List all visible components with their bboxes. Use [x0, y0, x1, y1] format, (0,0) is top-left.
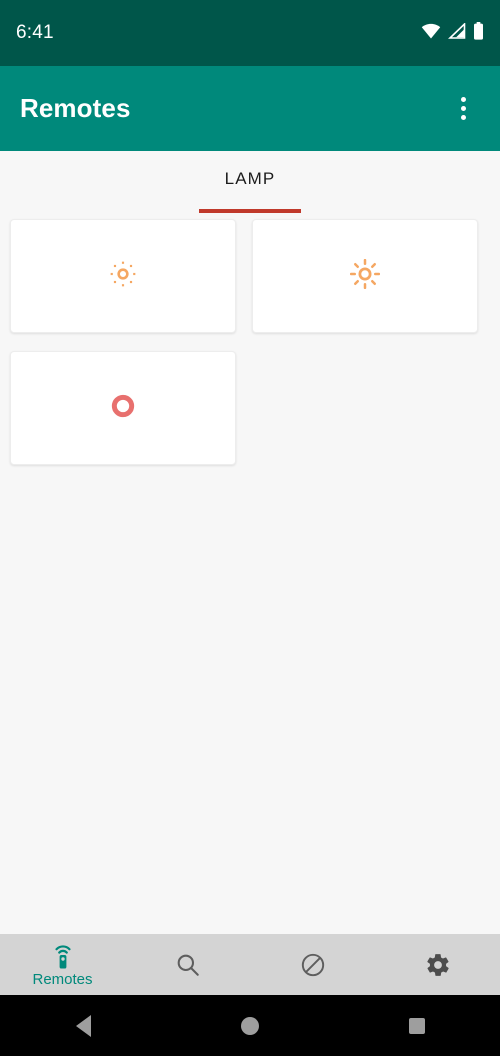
- overflow-dot: [460, 106, 466, 111]
- remote-button-grid: [10, 219, 490, 465]
- android-back-button[interactable]: [0, 1014, 167, 1037]
- nav-item-settings[interactable]: [375, 934, 500, 995]
- tab-label: LAMP: [224, 169, 276, 188]
- remote-button-power[interactable]: [10, 351, 236, 465]
- tab-indicator: [198, 209, 302, 213]
- settings-gear-icon: [425, 951, 451, 979]
- overflow-dot: [460, 115, 466, 120]
- home-circle-icon: [241, 1016, 259, 1035]
- wifi-icon: [421, 23, 441, 44]
- remote-button-brightness-low[interactable]: [10, 219, 236, 333]
- battery-icon: [473, 21, 484, 45]
- brightness-low-icon: [110, 261, 136, 292]
- page-title: Remotes: [20, 93, 131, 123]
- remote-control-icon: [50, 943, 76, 971]
- block-icon: [300, 951, 326, 979]
- search-icon: [175, 951, 201, 979]
- status-icons: [421, 21, 484, 45]
- status-bar: 6:41: [0, 0, 500, 66]
- back-triangle-icon: [75, 1014, 91, 1037]
- app-bar: Remotes: [0, 66, 500, 151]
- remote-content: [0, 213, 500, 934]
- recents-square-icon: [408, 1017, 425, 1034]
- android-recents-button[interactable]: [333, 1017, 500, 1034]
- nav-item-search[interactable]: [125, 934, 250, 995]
- overflow-menu-icon[interactable]: [446, 87, 480, 131]
- nav-label-remotes: Remotes: [32, 970, 93, 988]
- nav-item-remotes[interactable]: Remotes: [0, 934, 125, 995]
- cellular-signal-icon: [448, 21, 466, 44]
- nav-item-block[interactable]: [250, 934, 375, 995]
- power-icon: [110, 393, 136, 424]
- phone-screen: 6:41 Remotes LAMP Remotes: [0, 0, 500, 1056]
- tab-lamp[interactable]: LAMP: [198, 151, 302, 213]
- android-home-button[interactable]: [167, 1016, 334, 1035]
- bottom-navigation: Remotes: [0, 934, 500, 995]
- android-system-nav: [0, 995, 500, 1056]
- status-time: 6:41: [16, 22, 54, 43]
- tab-bar: LAMP: [0, 151, 500, 213]
- brightness-high-icon: [349, 258, 381, 294]
- overflow-dot: [460, 97, 466, 102]
- remote-button-brightness-high[interactable]: [252, 219, 478, 333]
